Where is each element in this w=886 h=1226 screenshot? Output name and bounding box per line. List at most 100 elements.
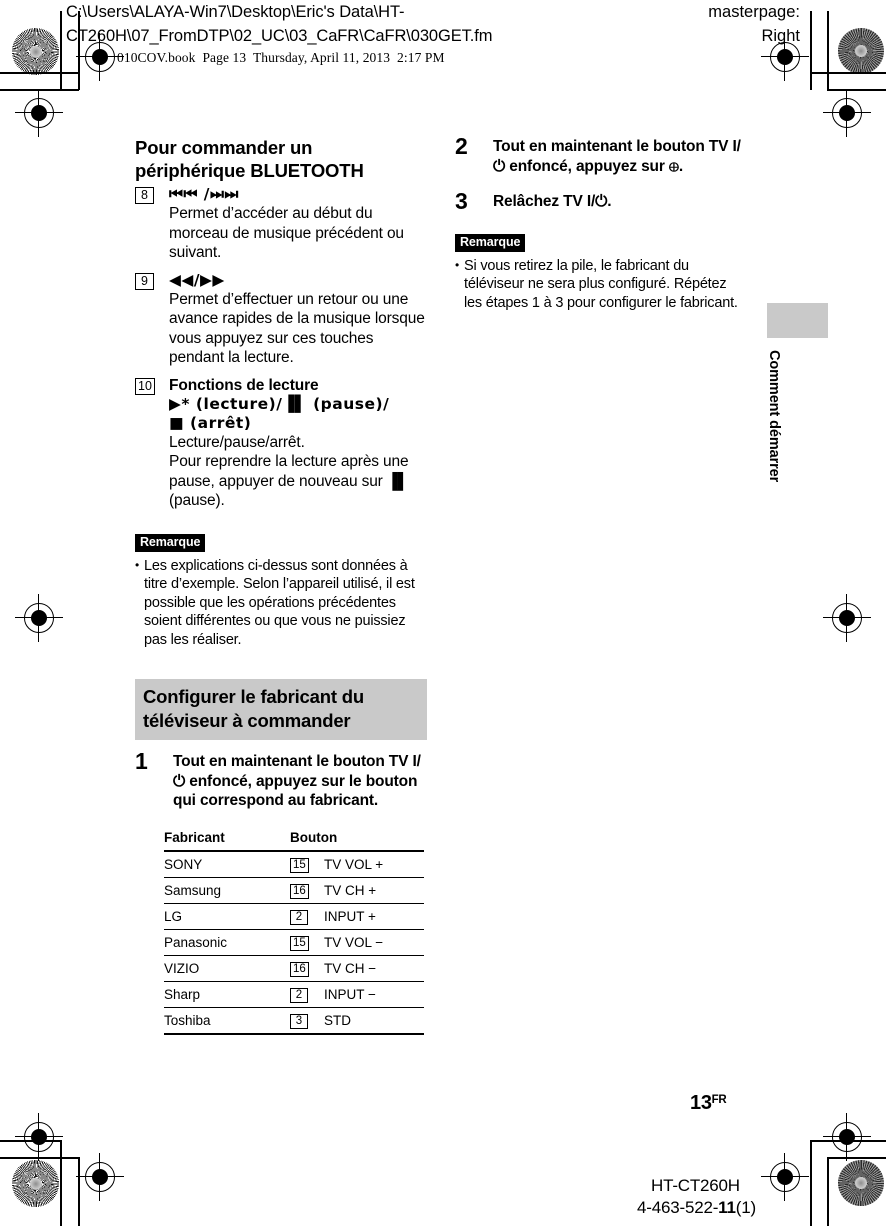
registration-mark-bottom-right — [823, 1113, 871, 1161]
crop-line-tr-horz2 — [827, 89, 886, 91]
cell-fabricant: Samsung — [164, 877, 290, 904]
crop-line-bl-horz2 — [0, 1157, 80, 1159]
registration-mark-bottom-left — [15, 1113, 63, 1161]
cell-fabricant: Panasonic — [164, 929, 290, 956]
cell-button-label: INPUT + — [324, 903, 424, 930]
list-item-body: Permet d’effectuer un retour ou une avan… — [169, 290, 425, 367]
note-list: Les explications ci-dessus sont données … — [135, 556, 427, 650]
crop-line-tl-vert — [60, 11, 62, 90]
registration-mark-right-middle — [823, 594, 871, 642]
list-item: 10 Fonctions de lecture ▶* (lecture)/▐▌ … — [135, 376, 427, 511]
note-badge: Remarque — [455, 233, 526, 252]
document-code-prefix: 4-463-522- — [637, 1198, 719, 1217]
page-number: 13FR — [690, 1092, 727, 1115]
step-2-number: 2 — [455, 133, 468, 159]
registration-mark-left-upper — [15, 89, 63, 137]
crop-line-br-vert2 — [827, 1157, 829, 1226]
section-heading-line-2: téléviseur à commander — [143, 710, 351, 731]
chapter-thumb-tab — [767, 303, 828, 338]
cell-fabricant: Toshiba — [164, 1007, 290, 1035]
step-1: 1 Tout en maintenant le bouton TV I/⏻ en… — [135, 748, 427, 811]
item-number-badge: 8 — [135, 187, 154, 204]
skip-track-icon-label: ⏮⏮ /⏭⏭ — [169, 185, 239, 203]
cell-button-number: 3 — [290, 1007, 324, 1035]
registration-mark-bottom-center-left — [76, 1153, 124, 1201]
model-number: HT-CT260H — [651, 1176, 740, 1195]
crop-line-br-vert — [810, 1140, 812, 1226]
cell-button-label: TV VOL − — [324, 929, 424, 956]
step-3: 3 Relâchez TV I/⏻. — [455, 188, 745, 214]
list-item: 8 ⏮⏮ /⏭⏭ Permet d’accéder au début du mo… — [135, 185, 427, 263]
cell-button-number: 15 — [290, 929, 324, 956]
document-code-suffix: (1) — [735, 1198, 756, 1217]
crop-line-bl-vert — [60, 1140, 62, 1226]
crop-line-tl-horz — [0, 72, 78, 74]
stop-icon-label: ■ (arrêt) — [169, 413, 252, 432]
table-header-row: Fabricant Bouton — [164, 828, 424, 852]
table-row: Sharp 2 INPUT − — [164, 981, 424, 1008]
item-number-badge: 10 — [135, 377, 155, 395]
step-2-text: Tout en maintenant le bouton TV I/⏻ enfo… — [493, 138, 741, 175]
cell-fabricant: VIZIO — [164, 955, 290, 982]
star-target-bottom-left — [12, 1160, 59, 1207]
cell-button-label: TV CH + — [324, 877, 424, 904]
left-content-column: Pour commander un périphérique BLUETOOTH… — [135, 137, 427, 1035]
cell-button-number: 2 — [290, 903, 324, 930]
item-number-badge: 9 — [135, 272, 154, 290]
cell-button-label: STD — [324, 1007, 424, 1035]
crop-line-tr-vert — [810, 11, 812, 90]
cell-button-number: 16 — [290, 955, 324, 982]
right-content-column: 2 Tout en maintenant le bouton TV I/⏻ en… — [455, 133, 745, 313]
table-row: Samsung 16 TV CH + — [164, 877, 424, 904]
list-item-body: Permet d’accéder au début du morceau de … — [169, 205, 404, 261]
document-code-revision: 11 — [718, 1198, 736, 1217]
note-badge: Remarque — [135, 533, 206, 552]
page-title-line-1: Pour commander un — [135, 137, 313, 158]
cell-button-label: INPUT − — [324, 981, 424, 1008]
cell-button-label: TV CH − — [324, 955, 424, 982]
page-number-value: 13 — [690, 1092, 712, 1114]
table-body: SONY 15 TV VOL + Samsung 16 TV CH + LG 2… — [164, 850, 424, 1035]
table-row: Panasonic 15 TV VOL − — [164, 929, 424, 956]
page-title: Pour commander un périphérique BLUETOOTH — [135, 137, 427, 182]
crop-line-br-horz2 — [827, 1157, 886, 1159]
table-row: LG 2 INPUT + — [164, 903, 424, 930]
registration-mark-left-middle — [15, 594, 63, 642]
section-heading-line-1: Configurer le fabricant du — [143, 686, 364, 707]
note-list: Si vous retirez la pile, le fabricant du… — [455, 256, 745, 313]
list-item-body: Pour reprendre la lecture après une paus… — [169, 453, 409, 509]
section-heading-bar: Configurer le fabricant du téléviseur à … — [135, 679, 427, 740]
crop-line-tr-horz — [810, 72, 886, 74]
list-item-body: Lecture/pause/arrêt. — [169, 433, 305, 451]
masterpage-header: masterpage: Right — [660, 0, 800, 48]
cell-button-number: 2 — [290, 981, 324, 1008]
step-1-number: 1 — [135, 748, 148, 774]
star-target-bottom-right — [838, 1160, 884, 1206]
table-header-fabricant: Fabricant — [164, 828, 290, 852]
crop-line-bl-vert2 — [78, 1157, 80, 1226]
step-3-text: Relâchez TV I/⏻. — [493, 193, 612, 210]
cell-fabricant: SONY — [164, 850, 290, 878]
file-path-line-1: C:\Users\ALAYA-Win7\Desktop\Eric's Data\… — [66, 3, 405, 21]
note-text: Les explications ci-dessus sont données … — [135, 556, 427, 650]
table-row: Toshiba 3 STD — [164, 1007, 424, 1035]
crop-line-tr-vert2 — [827, 11, 829, 90]
page-title-line-2: périphérique BLUETOOTH — [135, 159, 364, 181]
chapter-tab-label: Comment démarrer — [766, 350, 782, 483]
masterpage-value: Right — [761, 27, 800, 45]
step-2: 2 Tout en maintenant le bouton TV I/⏻ en… — [455, 133, 745, 176]
step-3-number: 3 — [455, 188, 468, 214]
document-code: 4-463-522-11(1) — [637, 1198, 756, 1218]
cell-button-number: 15 — [290, 850, 324, 878]
book-info-line: 010COV.book Page 13 Thursday, April 11, … — [117, 50, 445, 65]
list-item-heading: Fonctions de lecture — [169, 376, 319, 394]
crop-line-tl-horz2 — [0, 89, 79, 91]
cell-button-label: TV VOL + — [324, 850, 424, 878]
table-header-bouton: Bouton — [290, 828, 424, 852]
registration-mark-right-upper — [823, 89, 871, 137]
star-target-top-right — [838, 28, 884, 74]
page-number-suffix: FR — [711, 1094, 727, 1106]
registration-mark-bottom-center-right — [761, 1153, 809, 1201]
note-text: Si vous retirez la pile, le fabricant du… — [455, 256, 745, 313]
star-target-top-left — [12, 28, 59, 75]
